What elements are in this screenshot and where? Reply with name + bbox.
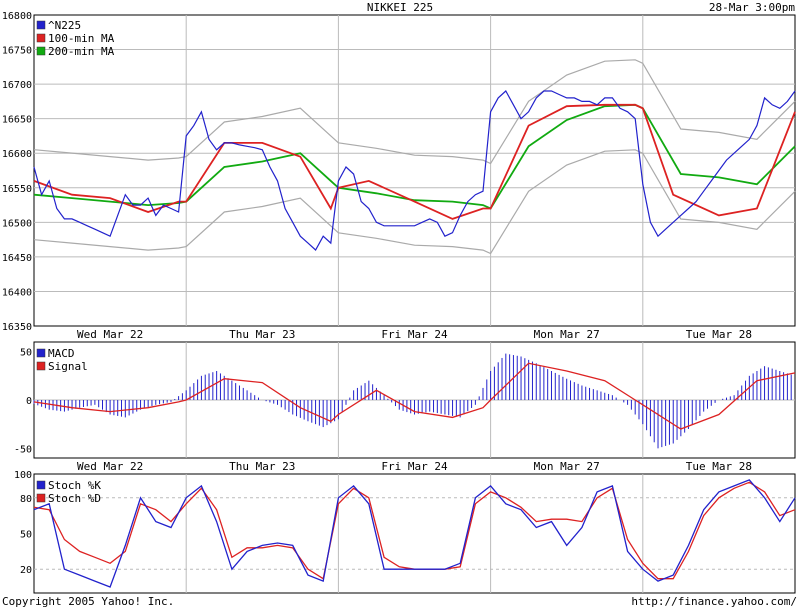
stoch-tick-label: 50 xyxy=(20,530,32,541)
macd-tick-label: -50 xyxy=(14,444,32,455)
day-label: Thu Mar 23 xyxy=(229,460,295,473)
day-label: Mon Mar 27 xyxy=(534,460,600,473)
series-line-n225 xyxy=(33,90,796,251)
copyright-text: Copyright 2005 Yahoo! Inc. xyxy=(2,595,174,608)
legend-swatch xyxy=(36,361,46,371)
macd-tick-label: 0 xyxy=(26,396,32,407)
series-line-stoch-d xyxy=(33,481,796,580)
price-tick-label: 16800 xyxy=(2,11,32,22)
stoch-tick-label: 80 xyxy=(20,494,32,505)
day-label: Fri Mar 24 xyxy=(381,328,448,341)
legend-swatch xyxy=(36,493,46,503)
legend-label: 100-min MA xyxy=(48,32,115,45)
legend-label: 200-min MA xyxy=(48,45,115,58)
stoch-tick-label: 20 xyxy=(20,565,32,576)
day-label: Mon Mar 27 xyxy=(534,328,600,341)
price-tick-label: 16550 xyxy=(2,184,32,195)
price-tick-label: 16600 xyxy=(2,149,32,160)
series-line-ma200 xyxy=(33,103,796,210)
day-label: Thu Mar 23 xyxy=(229,328,295,341)
price-tick-label: 16350 xyxy=(2,322,32,333)
stoch-panel-frame xyxy=(33,473,796,594)
legend-label: MACD xyxy=(48,347,75,360)
price-tick-label: 16700 xyxy=(2,80,32,91)
macd-tick-label: 50 xyxy=(20,348,32,359)
legend-swatch xyxy=(36,46,46,56)
price-tick-label: 16450 xyxy=(2,253,32,264)
day-label: Fri Mar 24 xyxy=(381,460,448,473)
nikkei-chart: NIKKEI 225 28-Mar 3:00pm Copyright 2005 … xyxy=(2,1,797,608)
plot-layer: Wed Mar 22 Thu Mar 23 Fri Mar 24 Mon Mar 27… xyxy=(2,11,796,594)
legend-swatch xyxy=(36,20,46,30)
price-tick-label: 16650 xyxy=(2,115,32,126)
legend-label: Signal xyxy=(48,360,88,373)
price-panel-frame xyxy=(33,14,796,327)
series-line-ma100 xyxy=(33,103,796,220)
chart-timestamp: 28-Mar 3:00pm xyxy=(709,1,795,14)
price-tick-label: 16400 xyxy=(2,287,32,298)
series-line-stoch-k xyxy=(33,479,796,588)
day-label: Wed Mar 22 xyxy=(77,328,143,341)
day-label: Wed Mar 22 xyxy=(77,460,143,473)
upper-band-line xyxy=(33,59,796,165)
day-label: Tue Mar 28 xyxy=(686,328,752,341)
legend-swatch xyxy=(36,348,46,358)
legend-label: ^N225 xyxy=(48,19,81,32)
legend-swatch xyxy=(36,480,46,490)
legend-swatch xyxy=(36,33,46,43)
source-url: http://finance.yahoo.com/ xyxy=(631,595,797,608)
legend-label: Stoch %D xyxy=(48,492,101,505)
legend-label: Stoch %K xyxy=(48,479,101,492)
price-tick-label: 16500 xyxy=(2,218,32,229)
price-tick-label: 16750 xyxy=(2,46,32,57)
chart-title: NIKKEI 225 xyxy=(367,1,433,14)
day-label: Tue Mar 28 xyxy=(686,460,752,473)
stoch-tick-label: 100 xyxy=(14,470,32,481)
